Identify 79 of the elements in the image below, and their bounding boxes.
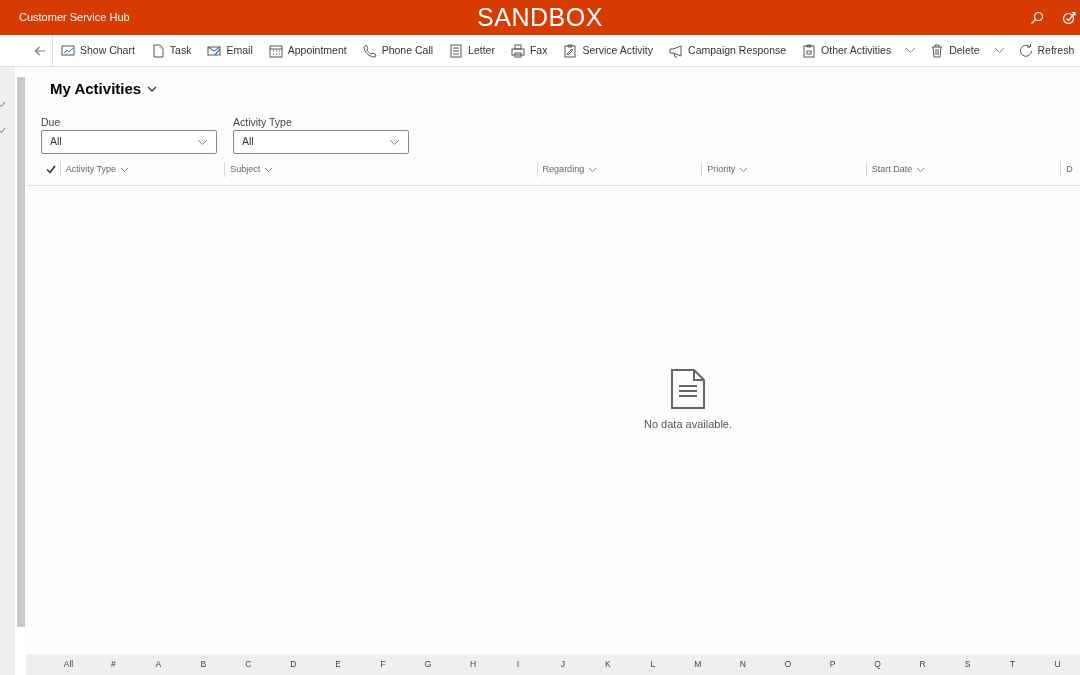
chevron-icon: [916, 166, 926, 173]
clipboard-icon: [563, 43, 578, 58]
empty-message: No data available.: [643, 416, 733, 432]
back-arrow-icon: [34, 45, 46, 56]
chart-icon: [61, 43, 75, 58]
alphabet-filter[interactable]: T: [990, 658, 1035, 671]
chevron-icon: [588, 166, 598, 173]
alphabet-filter[interactable]: N: [720, 658, 766, 671]
column-header[interactable]: Subject: [224, 162, 537, 178]
alphabet-filter[interactable]: H: [450, 658, 496, 671]
alphabet-filter[interactable]: A: [135, 658, 181, 671]
column-header[interactable]: Priority: [701, 162, 866, 178]
alphabet-filter[interactable]: #: [90, 658, 136, 671]
document-icon: [670, 367, 706, 410]
alphabet-filter[interactable]: All: [46, 658, 91, 671]
toolbar-button[interactable]: Refresh: [1010, 34, 1080, 67]
alphabet-filter[interactable]: Q: [855, 658, 901, 671]
toolbar-button[interactable]: Service Activity: [555, 34, 662, 67]
toolbar-button[interactable]: Task: [142, 34, 200, 67]
toolbar-button[interactable]: Show Chart: [53, 34, 143, 67]
trash-icon: [930, 43, 945, 58]
printer-icon: [510, 43, 525, 58]
chevron-icon: [739, 166, 749, 173]
view-selector[interactable]: My Activities: [50, 78, 1080, 101]
app-title: Customer Service Hub: [18, 10, 130, 26]
environment-label: SANDBOX: [477, 5, 603, 30]
toolbar-button[interactable]: Letter: [441, 34, 503, 67]
toolbar-button[interactable]: Delete: [922, 34, 988, 67]
search-icon[interactable]: [1030, 10, 1044, 25]
alphabet-filter[interactable]: D: [270, 658, 316, 671]
alphabet-filter[interactable]: U: [1034, 658, 1080, 671]
scrollbar-thumb[interactable]: [16, 77, 25, 627]
alphabet-filter[interactable]: K: [585, 658, 631, 671]
target-icon[interactable]: [1062, 10, 1076, 25]
check-icon: [0, 101, 6, 107]
chevron-icon: [389, 138, 400, 146]
filter-dropdown[interactable]: All: [41, 130, 217, 155]
toolbar-button[interactable]: Other Activities: [794, 34, 900, 67]
toolbar-button[interactable]: Email: [199, 34, 261, 67]
chevron-icon: [905, 47, 917, 54]
phone-icon: [362, 43, 377, 58]
alphabet-filter[interactable]: L: [630, 658, 676, 671]
alphabet-filter[interactable]: E: [315, 658, 361, 671]
letter-icon: [449, 43, 464, 58]
alphabet-filter[interactable]: G: [405, 658, 451, 671]
calendar-icon: [268, 43, 283, 58]
refresh-icon: [1018, 43, 1033, 58]
toolbar-button[interactable]: Fax: [502, 34, 556, 67]
column-header[interactable]: D: [1060, 162, 1080, 178]
alphabet-filter[interactable]: M: [675, 658, 721, 671]
chevron-icon: [993, 47, 1005, 54]
alphabet-filter[interactable]: F: [360, 658, 406, 671]
column-header[interactable]: Regarding: [536, 162, 702, 178]
filter-label: Due: [41, 114, 62, 130]
document-icon: [150, 43, 165, 58]
alphabet-filter[interactable]: R: [900, 658, 946, 671]
column-header[interactable]: Activity Type: [59, 162, 225, 178]
megaphone-icon: [669, 43, 684, 58]
chevron-icon: [147, 86, 158, 93]
chevron-icon: [120, 166, 130, 173]
envelope-icon: [207, 43, 222, 58]
column-header[interactable]: Start Date: [865, 162, 1061, 178]
clipboard-icon: [802, 43, 817, 58]
toolbar-button[interactable]: Phone Call: [354, 34, 442, 67]
select-all-checkmark[interactable]: [45, 165, 56, 175]
chevron-icon: [197, 138, 208, 146]
alphabet-filter[interactable]: I: [495, 658, 541, 671]
check-icon: [0, 127, 6, 133]
toolbar-button[interactable]: Appointment: [260, 34, 355, 67]
alphabet-filter[interactable]: C: [225, 658, 271, 671]
alphabet-filter[interactable]: B: [180, 658, 226, 671]
toolbar-button[interactable]: Campaign Response: [661, 34, 795, 67]
filter-dropdown[interactable]: All: [233, 130, 409, 155]
filter-label: Activity Type: [233, 114, 293, 130]
chevron-icon: [264, 166, 274, 173]
alphabet-filter[interactable]: S: [945, 658, 990, 671]
alphabet-filter[interactable]: P: [810, 658, 856, 671]
alphabet-filter[interactable]: J: [540, 658, 586, 671]
alphabet-filter[interactable]: O: [765, 658, 811, 671]
